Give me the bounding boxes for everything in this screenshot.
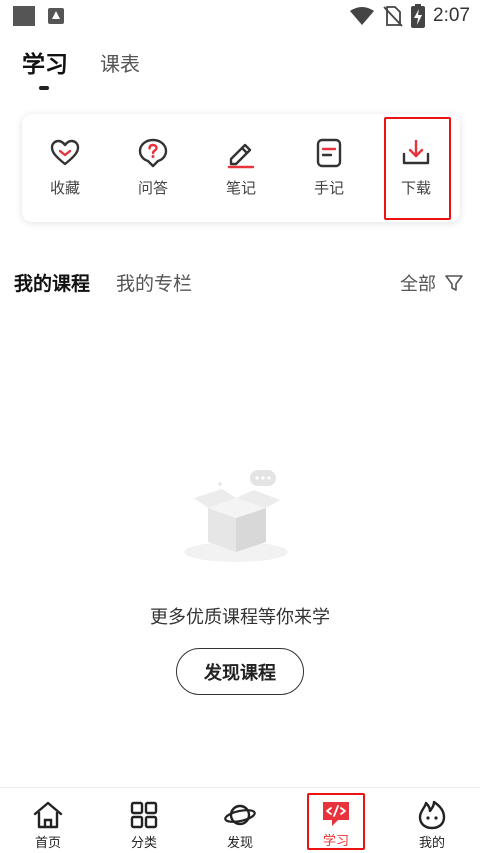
tab-schedule[interactable]: 课表 [100, 48, 140, 79]
tool-notes[interactable]: 笔记 [206, 114, 276, 222]
nav-home[interactable]: 首页 [0, 788, 96, 853]
flame-face-icon [418, 800, 446, 830]
heart-icon [50, 139, 80, 166]
tab-my-courses[interactable]: 我的课程 [14, 269, 90, 296]
tool-favorites[interactable]: 收藏 [30, 114, 100, 222]
home-icon [33, 801, 63, 829]
nav-category-label: 分类 [130, 836, 157, 851]
tool-qa[interactable]: 问答 [118, 114, 188, 222]
no-sim-icon [383, 6, 403, 27]
status-right: 2:07 [349, 4, 470, 28]
nav-mine-label: 我的 [418, 836, 445, 851]
tool-notes-label: 笔记 [225, 179, 256, 197]
tab-study-label: 学习 [22, 52, 68, 78]
tool-handnotes-label: 手记 [313, 179, 344, 197]
nav-mine[interactable]: 我的 [384, 788, 480, 853]
filter-label: 全部 [400, 273, 436, 295]
tool-handnotes[interactable]: 手记 [294, 114, 364, 222]
filter-icon [445, 274, 463, 291]
wifi-icon [350, 7, 375, 25]
note-icon [316, 138, 342, 168]
empty-box-illustration [184, 470, 288, 562]
battery-charging-icon [411, 4, 426, 28]
nav-home-label: 首页 [34, 836, 61, 851]
planet-icon [224, 804, 256, 826]
pencil-icon [227, 143, 255, 169]
bottom-nav: 首页 分类 发现 学习 我的 [0, 787, 480, 853]
active-tab-indicator [39, 86, 49, 90]
empty-state-message: 更多优质课程等你来学 [150, 607, 330, 628]
filter-button[interactable]: 全部 [400, 270, 466, 296]
download-highlight-box [384, 117, 451, 220]
question-bubble-icon [138, 138, 168, 168]
nav-category[interactable]: 分类 [96, 788, 192, 853]
tab-study[interactable]: 学习 [22, 45, 68, 90]
tool-qa-label: 问答 [137, 179, 168, 197]
nav-discover-label: 发现 [226, 836, 253, 851]
discover-courses-button[interactable]: 发现课程 [176, 648, 304, 695]
top-tabs: 学习 课表 [22, 45, 140, 90]
course-tabs: 我的课程 我的专栏 全部 [14, 269, 466, 296]
status-bar: 2:07 [0, 0, 480, 34]
tab-my-columns[interactable]: 我的专栏 [116, 269, 192, 296]
tool-favorites-label: 收藏 [49, 179, 80, 197]
study-nav-highlight-box [307, 793, 365, 850]
nav-discover[interactable]: 发现 [192, 788, 288, 853]
grid-icon [130, 801, 158, 829]
app-icon [48, 8, 64, 24]
clock: 2:07 [433, 5, 470, 26]
gallery-icon [13, 6, 35, 26]
